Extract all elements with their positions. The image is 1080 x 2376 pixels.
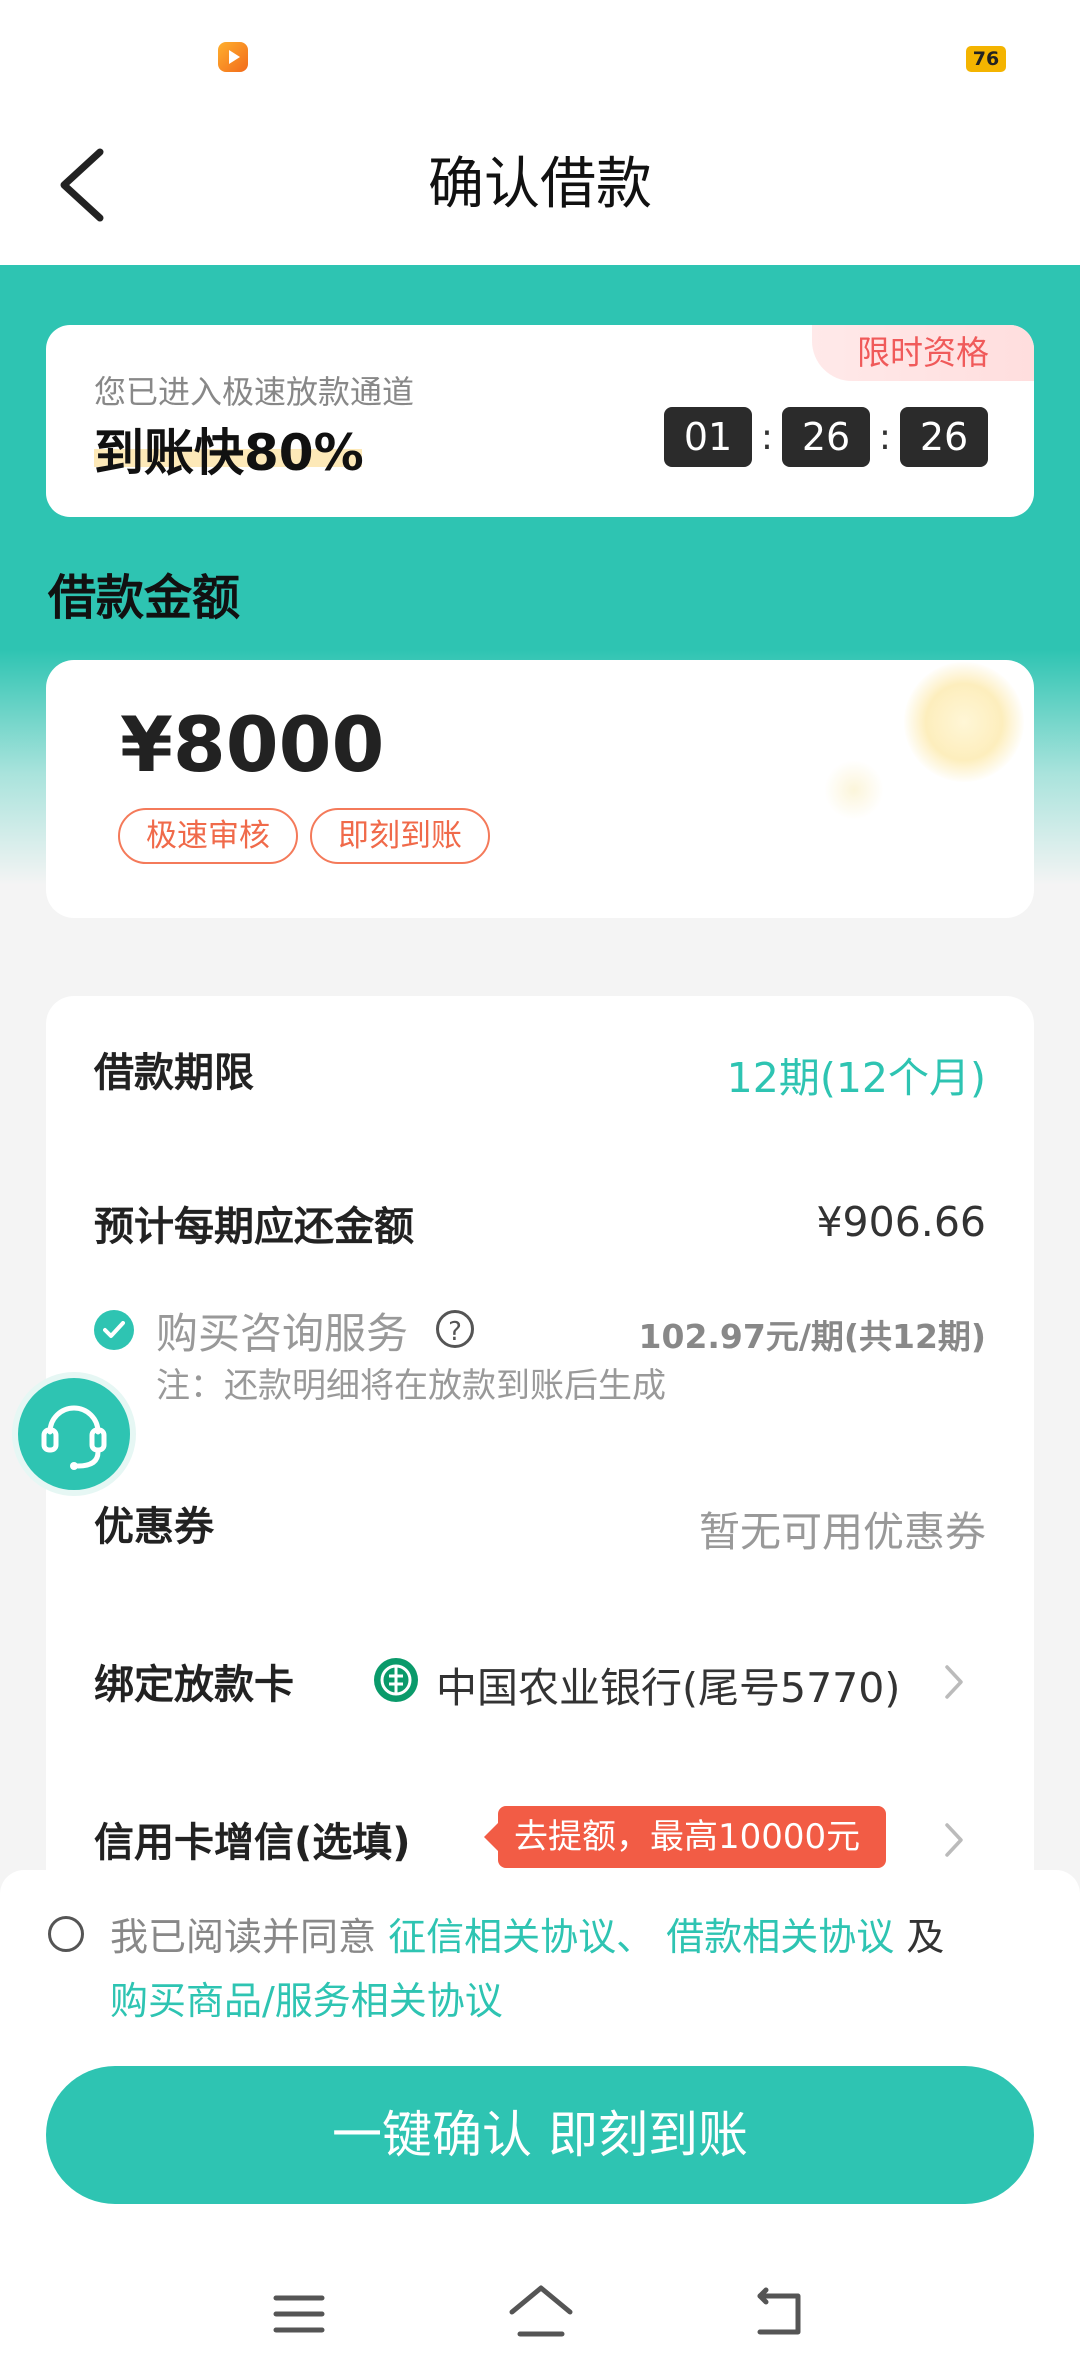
installment-label: 预计每期应还金额 <box>94 1204 414 1250</box>
abc-bank-icon <box>374 1658 418 1702</box>
timer-separator: : <box>878 416 892 458</box>
battery-indicator: 76 <box>966 46 1006 72</box>
question-icon[interactable]: ? <box>436 1310 474 1348</box>
term-label: 借款期限 <box>94 1050 254 1096</box>
repayment-note: 注：还款明细将在放款到账后生成 <box>156 1366 666 1406</box>
bank-card-label: 绑定放款卡 <box>94 1662 294 1708</box>
coupon-label: 优惠券 <box>94 1504 214 1550</box>
purchase-agreement-link[interactable]: 购买商品/服务相关协议 <box>110 1970 503 2025</box>
credit-increase-tag[interactable]: 去提额，最高10000元 <box>483 1806 887 1868</box>
agreement-prefix: 我已阅读并同意 <box>110 1915 377 1959</box>
fast-channel-card: 限时资格 您已进入极速放款通道 到账快80% 01 : 26 : 26 <box>46 325 1034 517</box>
agreement-and: 及 <box>906 1915 945 1959</box>
checkmark-icon <box>103 1321 125 1338</box>
limited-badge: 限时资格 <box>812 325 1034 381</box>
feature-tags: 极速审核 即刻到账 <box>118 808 490 864</box>
agreement-text: 我已阅读并同意 征信相关协议、 借款相关协议 及 <box>110 1906 944 1961</box>
decorative-coin <box>824 760 884 820</box>
timer-seconds: 26 <box>900 407 988 467</box>
credit-card-label: 信用卡增信(选填) <box>94 1820 411 1866</box>
tag-fast-review: 极速审核 <box>118 808 298 864</box>
menu-icon[interactable] <box>272 2290 326 2338</box>
home-icon[interactable] <box>506 2282 576 2340</box>
credit-agreement-link[interactable]: 征信相关协议、 <box>388 1915 654 1959</box>
tag-instant-arrival: 即刻到账 <box>310 808 490 864</box>
promo-headline: 到账快80% <box>94 424 364 482</box>
agreement-radio[interactable] <box>48 1916 84 1952</box>
term-value[interactable]: 12期(12个月) <box>727 1044 986 1104</box>
amount-card: ¥8000 极速审核 即刻到账 <box>46 660 1034 918</box>
decorative-coin <box>904 662 1024 782</box>
service-checkbox[interactable] <box>94 1310 134 1350</box>
headset-icon <box>41 1405 107 1470</box>
coupon-value[interactable]: 暂无可用优惠券 <box>699 1498 986 1558</box>
timer-minutes: 26 <box>782 407 870 467</box>
bank-card-value[interactable]: 中国农业银行(尾号5770) <box>436 1654 900 1714</box>
status-bar <box>0 0 1080 120</box>
loan-agreement-link[interactable]: 借款相关协议 <box>666 1915 894 1959</box>
countdown-timer: 01 : 26 : 26 <box>664 407 988 467</box>
page-title: 确认借款 <box>428 152 652 217</box>
confirm-loan-button[interactable]: 一键确认 即刻到账 <box>46 2066 1034 2204</box>
timer-separator: : <box>760 416 774 458</box>
promo-headline-wrap: 到账快80% <box>94 413 364 485</box>
amount-section-title: 借款金额 <box>48 570 241 626</box>
service-label: 购买咨询服务 <box>156 1309 409 1358</box>
loan-amount: ¥8000 <box>120 700 385 789</box>
installment-value: ¥906.66 <box>816 1198 986 1246</box>
back-nav-icon[interactable] <box>752 2286 808 2340</box>
chevron-right-icon[interactable] <box>942 1820 966 1860</box>
chevron-right-icon[interactable] <box>942 1662 966 1702</box>
timer-hours: 01 <box>664 407 752 467</box>
customer-service-button[interactable] <box>12 1372 136 1496</box>
service-price: 102.97元/期(共12期) <box>638 1317 986 1356</box>
promo-subtitle: 您已进入极速放款通道 <box>94 373 415 411</box>
video-app-icon <box>218 42 248 72</box>
